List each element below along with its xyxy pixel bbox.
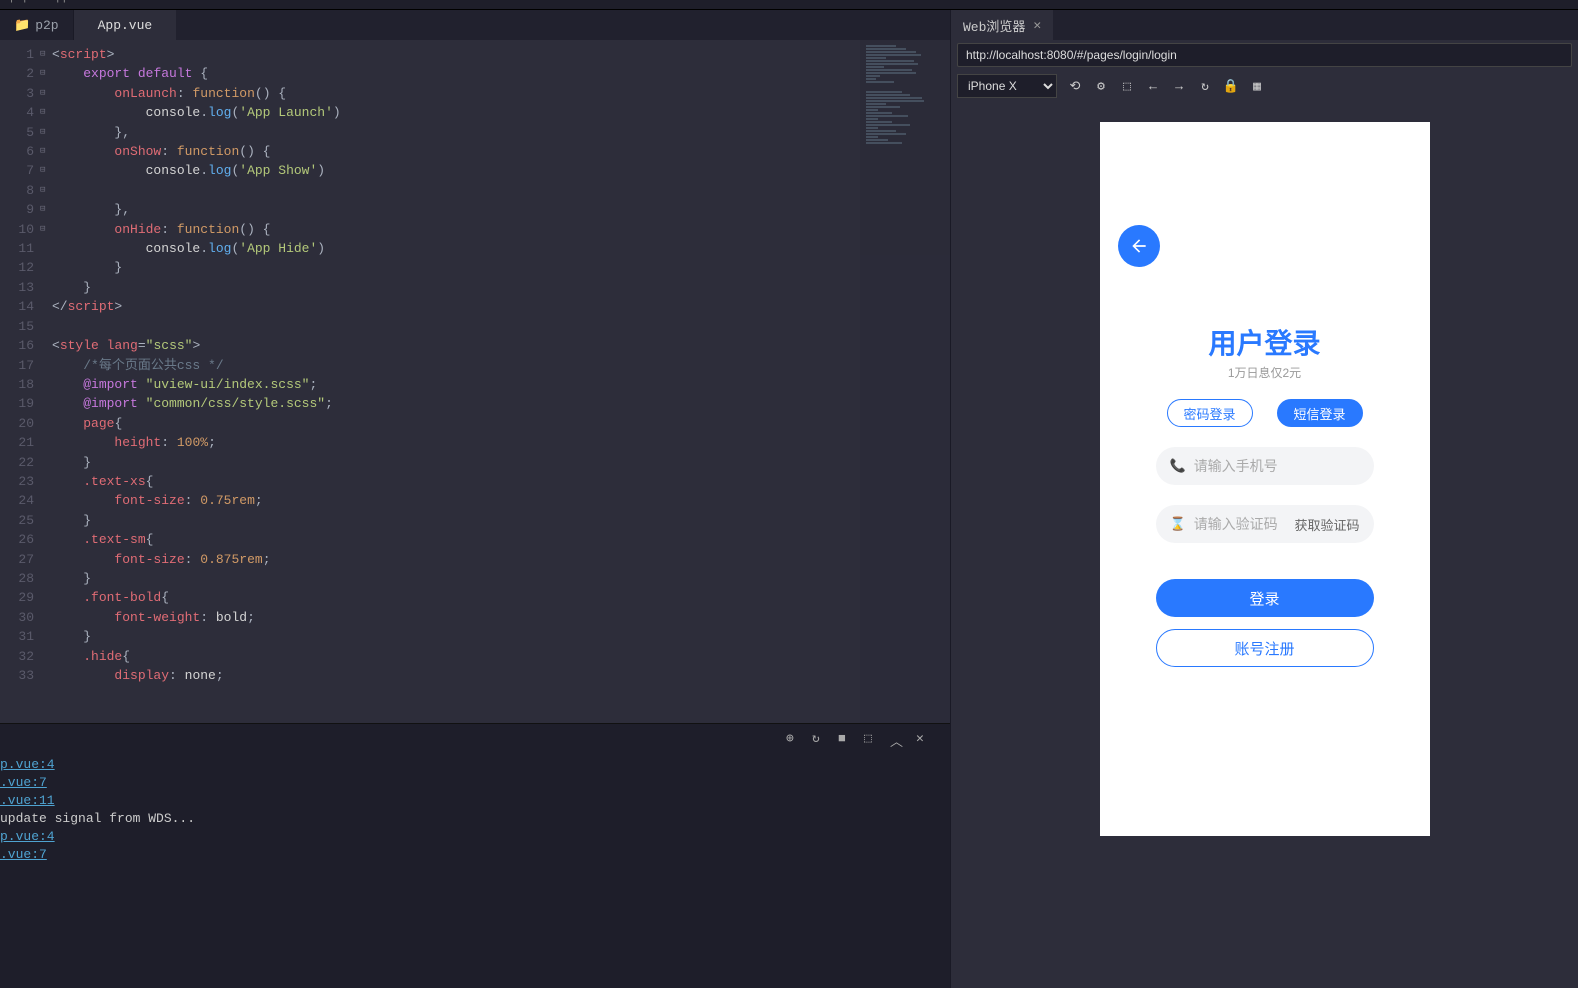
refresh-icon[interactable]: ↻ [1197, 78, 1213, 94]
console-link[interactable]: p.vue:4 [0, 756, 950, 774]
browser-tab-label: Web浏览器 [963, 16, 1025, 35]
line-gutter: 1234567891011121314151617181920212223242… [0, 40, 40, 723]
console-content: p.vue:4 .vue:7 .vue:11 update signal fro… [0, 752, 950, 864]
lock-icon[interactable]: 🔒 [1223, 78, 1239, 94]
console-icon-1[interactable]: ⊕ [786, 731, 800, 745]
console-icon-3[interactable]: ■ [838, 731, 852, 745]
file-tab-label: App.vue [98, 18, 153, 33]
code-editor[interactable]: 1234567891011121314151617181920212223242… [0, 40, 950, 723]
back-button[interactable] [1118, 225, 1160, 267]
fold-column: ⊟⊟⊟⊟⊟⊟⊟⊟⊟⊟ [40, 40, 52, 723]
login-button[interactable]: 登录 [1156, 579, 1374, 617]
folder-icon: 📁 [14, 18, 30, 33]
get-code-button[interactable]: 获取验证码 [1294, 515, 1359, 534]
hourglass-icon: ⌛ [1170, 516, 1186, 532]
browser-tabs: Web浏览器 ✕ [951, 10, 1578, 40]
folder-tab[interactable]: 📁 p2p [0, 10, 74, 40]
file-tab[interactable]: App.vue [74, 10, 177, 40]
browser-tab[interactable]: Web浏览器 ✕ [951, 10, 1053, 40]
grid-icon[interactable]: ▦ [1249, 78, 1265, 94]
code-body[interactable]: <script> export default { onLaunch: func… [52, 40, 950, 723]
phone-input[interactable]: 📞 请输入手机号 [1156, 447, 1374, 485]
console-link[interactable]: .vue:7 [0, 846, 950, 864]
login-form: 用户登录 1万日息仅2元 密码登录 短信登录 📞 请输入手机号 ⌛ 请输入验证码… [1100, 322, 1430, 667]
top-bar: p2p > App.vue [0, 0, 1578, 10]
editor-panel: 📁 p2p App.vue 12345678910111213141516171… [0, 10, 950, 988]
console-icon-4[interactable]: ⬚ [864, 731, 878, 745]
code-placeholder: 请输入验证码 [1194, 514, 1287, 534]
console-icon-5[interactable]: ︿ [890, 731, 904, 745]
console-link[interactable]: p.vue:4 [0, 828, 950, 846]
console-link[interactable]: .vue:11 [0, 792, 950, 810]
editor-tabs: 📁 p2p App.vue [0, 10, 950, 40]
gear-icon[interactable]: ⚙ [1093, 78, 1109, 94]
preview-area: 用户登录 1万日息仅2元 密码登录 短信登录 📞 请输入手机号 ⌛ 请输入验证码… [951, 102, 1578, 988]
screenshot-icon[interactable]: ⬚ [1119, 78, 1135, 94]
back-icon[interactable]: ← [1145, 78, 1161, 94]
password-login-tab[interactable]: 密码登录 [1167, 399, 1253, 427]
close-icon[interactable]: ✕ [1033, 18, 1041, 33]
url-bar [951, 40, 1578, 70]
phone-placeholder: 请输入手机号 [1194, 456, 1360, 476]
login-title: 用户登录 [1208, 322, 1320, 362]
rotate-icon[interactable]: ⟲ [1067, 78, 1083, 94]
forward-icon[interactable]: → [1171, 78, 1187, 94]
browser-panel: Web浏览器 ✕ iPhone X ⟲ ⚙ ⬚ ← → ↻ 🔒 ▦ [950, 10, 1578, 988]
console-toolbar: ⊕ ↻ ■ ⬚ ︿ ✕ [0, 724, 950, 752]
code-input[interactable]: ⌛ 请输入验证码 获取验证码 [1156, 505, 1374, 543]
device-toolbar: iPhone X ⟲ ⚙ ⬚ ← → ↻ 🔒 ▦ [951, 70, 1578, 102]
device-select[interactable]: iPhone X [957, 74, 1057, 98]
url-input[interactable] [957, 43, 1572, 67]
console-text: update signal from WDS... [0, 811, 195, 826]
console-icon-6[interactable]: ✕ [916, 731, 930, 745]
login-subtitle: 1万日息仅2元 [1228, 364, 1301, 381]
console-panel: ⊕ ↻ ■ ⬚ ︿ ✕ p.vue:4 .vue:7 .vue:11 updat… [0, 723, 950, 988]
breadcrumb: p2p > App.vue [10, 0, 96, 4]
console-link[interactable]: .vue:7 [0, 774, 950, 792]
console-icon-2[interactable]: ↻ [812, 731, 826, 745]
phone-frame: 用户登录 1万日息仅2元 密码登录 短信登录 📞 请输入手机号 ⌛ 请输入验证码… [1100, 122, 1430, 836]
folder-tab-label: p2p [35, 18, 58, 33]
phone-icon: 📞 [1170, 458, 1186, 474]
arrow-left-icon [1129, 236, 1149, 256]
register-button[interactable]: 账号注册 [1156, 629, 1374, 667]
minimap[interactable] [860, 40, 950, 723]
login-tab-buttons: 密码登录 短信登录 [1167, 399, 1363, 427]
sms-login-tab[interactable]: 短信登录 [1277, 399, 1363, 427]
